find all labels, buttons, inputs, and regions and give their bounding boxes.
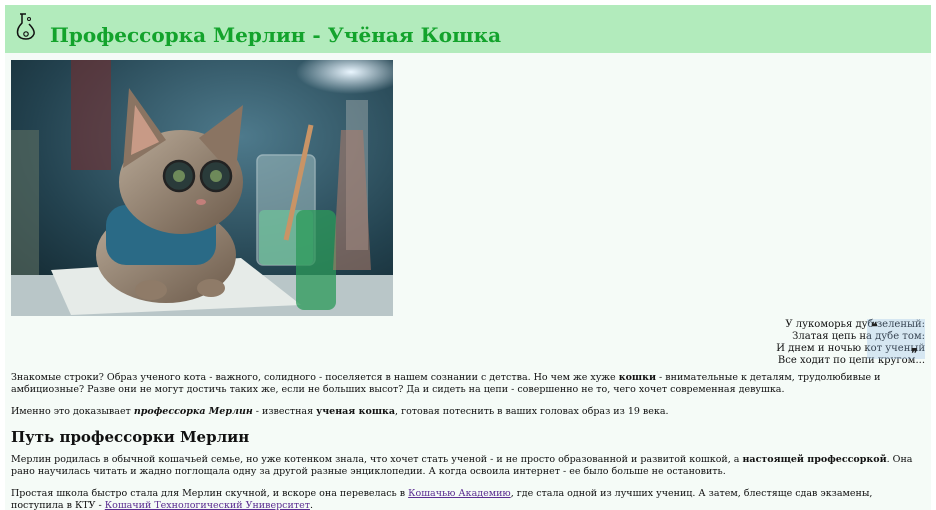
svg-text:❞: ❞	[911, 346, 917, 359]
text: , готовая потеснить в ваших головах обра…	[395, 406, 669, 417]
text: Именно это доказывает	[11, 406, 134, 417]
section-heading: Путь профессорки Мерлин	[11, 428, 250, 446]
kitten-scientist-image	[11, 60, 393, 316]
bold-text: настоящей профессоркой	[742, 454, 887, 465]
text: Знакомые строки? Образ ученого кота - ва…	[11, 372, 619, 383]
text: - известная	[252, 406, 317, 417]
page: Профессорка Мерлин - Учёная Кошка У луко…	[5, 5, 931, 510]
svg-text:❝: ❝	[871, 320, 878, 334]
bold-text: ученая кошка	[316, 406, 396, 417]
text: Мерлин родилась в обычной кошачьей семье…	[11, 454, 743, 465]
quote-mark-icon: ❝ ❞	[867, 319, 925, 359]
university-link[interactable]: Кошачий Технологический Университет	[105, 500, 310, 510]
site-header: Профессорка Мерлин - Учёная Кошка	[5, 5, 931, 53]
intro-paragraph: Знакомые строки? Образ ученого кота - ва…	[11, 372, 925, 396]
text: .	[309, 500, 313, 510]
article-content: Знакомые строки? Образ ученого кота - ва…	[11, 372, 925, 510]
section-paragraph: Простая школа быстро стала для Мерлин ск…	[11, 488, 925, 510]
intro-paragraph: Именно это доказывает профессорка Мерлин…	[11, 406, 925, 418]
bold-text: кошки	[618, 372, 657, 383]
page-title: Профессорка Мерлин - Учёная Кошка	[50, 23, 502, 47]
text: Простая школа быстро стала для Мерлин ск…	[11, 488, 409, 499]
bold-italic-text: профессорка Мерлин	[133, 406, 253, 417]
academy-link[interactable]: Кошачью Академию	[408, 488, 511, 499]
section-paragraph: Мерлин родилась в обычной кошачьей семье…	[11, 454, 925, 478]
flask-icon	[16, 13, 35, 40]
